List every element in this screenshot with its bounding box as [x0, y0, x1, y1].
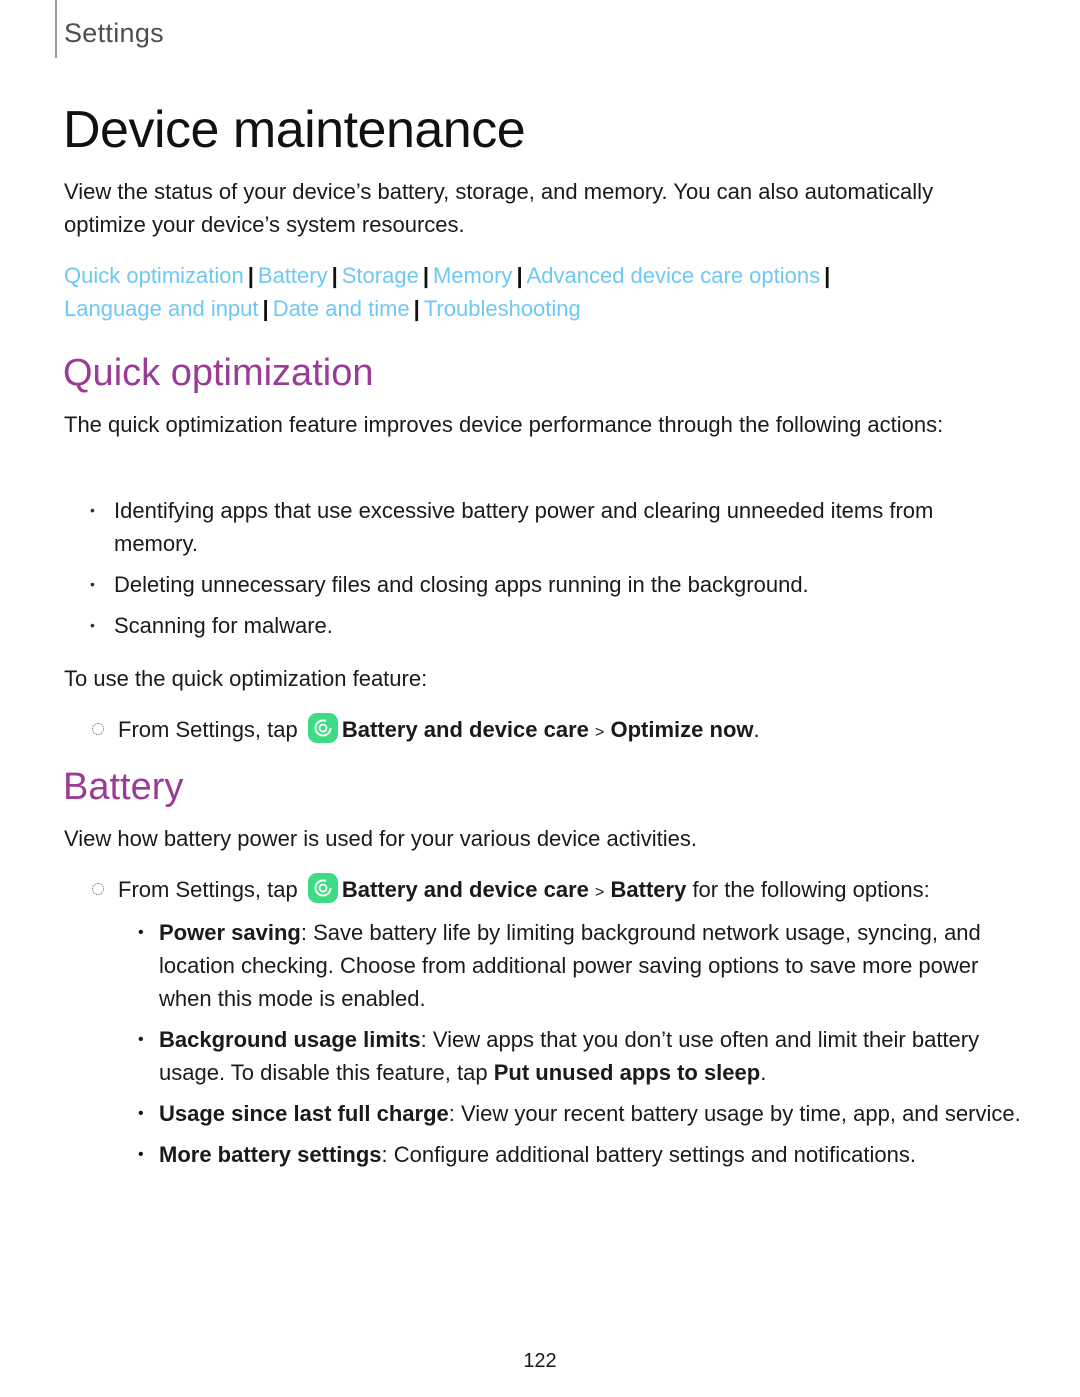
link-separator: | [262, 296, 269, 321]
link-language-and-input[interactable]: Language and input [64, 296, 259, 321]
link-storage[interactable]: Storage [342, 263, 419, 288]
section-header-label: Settings [64, 18, 164, 48]
link-quick-optimization[interactable]: Quick optimization [64, 263, 244, 288]
link-separator: | [516, 263, 523, 288]
page-number: 122 [523, 1350, 557, 1372]
bullet-dot-icon: • [138, 1105, 144, 1122]
link-troubleshooting[interactable]: Troubleshooting [424, 296, 581, 321]
list-item: • Background usage limits: View apps that… [138, 1023, 1028, 1089]
link-advanced-device-care[interactable]: Advanced device care options [527, 263, 821, 288]
quick-optimization-step: From Settings, tap Battery and device ca… [92, 713, 760, 749]
link-separator: | [422, 263, 429, 288]
list-item: • Scanning for malware. [90, 609, 1020, 642]
bullet-dot-icon: • [138, 1146, 144, 1163]
header-divider [55, 0, 57, 58]
list-item: • Usage since last full charge: View your… [138, 1097, 1028, 1130]
link-separator: | [824, 263, 831, 288]
link-separator: | [413, 296, 420, 321]
bullet-dot-icon: • [138, 1031, 144, 1048]
bullet-dot-icon: • [90, 502, 95, 518]
list-item: • Deleting unnecessary files and closing … [90, 568, 1020, 601]
usage-intro: To use the quick optimization feature: [64, 666, 428, 691]
device-care-icon [307, 873, 338, 904]
battery-step: From Settings, tap Battery and device ca… [92, 873, 930, 909]
topic-links: Quick optimization | Battery | Storage | Memor… [64, 259, 1024, 325]
battery-heading: Battery [63, 766, 184, 808]
device-care-icon [307, 713, 338, 744]
list-item: • Power saving: Save battery life by limi… [138, 916, 1028, 1015]
battery-description: View how battery power is used for your … [64, 826, 697, 851]
link-memory[interactable]: Memory [433, 263, 512, 288]
intro-paragraph: View the status of your device’s battery… [64, 179, 934, 237]
bullet-dot-icon: • [138, 924, 144, 941]
link-separator: | [331, 263, 338, 288]
bullet-dot-icon: • [90, 617, 95, 633]
link-battery[interactable]: Battery [258, 263, 328, 288]
quick-optimization-heading: Quick optimization [63, 352, 374, 394]
bullet-dot-icon: • [90, 576, 95, 592]
step-marker-icon [92, 723, 104, 736]
step-marker-icon [92, 883, 104, 896]
list-item: • Identifying apps that use excessive bat… [90, 494, 1020, 560]
link-date-and-time[interactable]: Date and time [273, 296, 410, 321]
battery-options: • Power saving: Save battery life by limi… [138, 916, 1028, 1179]
quick-optimization-actions: • Identifying apps that use excessive bat… [90, 494, 1020, 650]
link-separator: | [247, 263, 254, 288]
quick-optimization-description: The quick optimization feature improves … [64, 412, 944, 437]
page-title: Device maintenance [63, 101, 526, 159]
list-item: • More battery settings: Configure additi… [138, 1138, 1028, 1171]
